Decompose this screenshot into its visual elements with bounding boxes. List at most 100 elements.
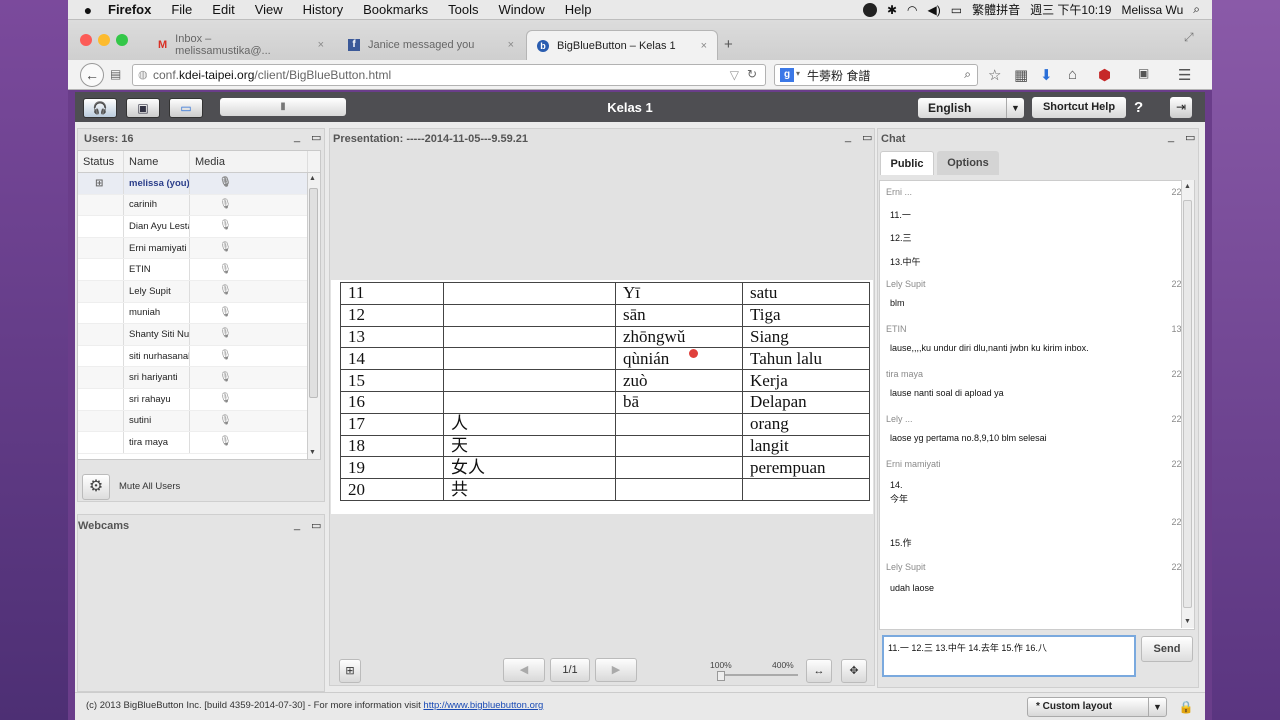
- tab-facebook[interactable]: f Janice messaged you ×: [338, 30, 524, 60]
- microphone-icon[interactable]: 🎙: [219, 328, 232, 340]
- menu-window[interactable]: Window: [499, 2, 545, 17]
- microphone-icon[interactable]: 🎙: [219, 177, 232, 189]
- settings-button[interactable]: ⚙: [82, 474, 110, 500]
- url-dropdown-icon[interactable]: ▽: [730, 68, 739, 82]
- chat-input[interactable]: 11.一 12.三 13.中午 14.去年 15.作 16.八: [882, 635, 1136, 677]
- user-row[interactable]: muniah 🎙: [78, 302, 320, 325]
- zoom-window-icon[interactable]: [116, 34, 128, 46]
- lock-layout-icon[interactable]: 🔒: [1176, 697, 1196, 717]
- maximize-panel-button[interactable]: ▭: [1185, 131, 1195, 144]
- identity-icon[interactable]: ▤: [110, 67, 121, 81]
- user-row[interactable]: sri rahayu 🎙: [78, 388, 320, 411]
- menu-tools[interactable]: Tools: [448, 2, 478, 17]
- minimize-panel-button[interactable]: _: [1168, 131, 1174, 143]
- mute-all-users-label[interactable]: Mute All Users: [119, 481, 180, 492]
- reload-icon[interactable]: ↻: [747, 67, 757, 81]
- user-row[interactable]: tira maya 🎙: [78, 432, 320, 454]
- menu-edit[interactable]: Edit: [212, 2, 234, 17]
- menu-bookmarks[interactable]: Bookmarks: [363, 2, 428, 17]
- user-row[interactable]: Shanty Siti Nur 🎙: [78, 324, 320, 346]
- zoom-slider[interactable]: [720, 674, 798, 676]
- menu-history[interactable]: History: [303, 2, 343, 17]
- next-slide-button[interactable]: ▶: [595, 658, 637, 682]
- downloads-icon[interactable]: ⬇: [1040, 66, 1053, 84]
- menu-icon[interactable]: ☰: [1178, 66, 1191, 84]
- tab-options[interactable]: Options: [937, 151, 999, 175]
- desktop-share-button[interactable]: ▭: [169, 98, 203, 118]
- search-input[interactable]: g ▾ 牛蒡粉 食譜 ⌕: [774, 64, 978, 86]
- upload-presentation-button[interactable]: ⊞: [339, 659, 361, 683]
- user-row[interactable]: carinih 🎙: [78, 194, 320, 217]
- maximize-panel-button[interactable]: ▭: [311, 519, 321, 532]
- user-row[interactable]: siti nurhasanah 🎙: [78, 345, 320, 368]
- user-row[interactable]: sri hariyanti 🎙: [78, 367, 320, 389]
- maximize-panel-button[interactable]: ▭: [862, 131, 872, 144]
- fullscreen-icon[interactable]: ⤢: [1184, 30, 1194, 45]
- bigbluebutton-link[interactable]: http://www.bigbluebutton.org: [423, 700, 543, 711]
- user-row[interactable]: sutini 🎙: [78, 410, 320, 433]
- bookmarks-list-icon[interactable]: ▦: [1014, 66, 1028, 84]
- tab-close-icon[interactable]: ×: [318, 39, 324, 51]
- menu-help[interactable]: Help: [565, 2, 592, 17]
- microphone-icon[interactable]: 🎙: [219, 436, 232, 448]
- wifi-icon[interactable]: ◠: [907, 3, 917, 17]
- language-select[interactable]: English ▼: [918, 98, 1024, 118]
- minimize-window-icon[interactable]: [98, 34, 110, 46]
- scroll-down-icon[interactable]: ▼: [309, 449, 316, 456]
- mic-level-bar[interactable]: ▮: [220, 98, 346, 116]
- search-icon[interactable]: ⌕: [964, 67, 971, 82]
- close-window-icon[interactable]: [80, 34, 92, 46]
- user-row[interactable]: Lely Supit 🎙: [78, 280, 320, 303]
- spotlight-search-icon[interactable]: ⌕: [1193, 2, 1200, 17]
- line-app-icon[interactable]: [862, 2, 877, 17]
- google-icon[interactable]: g: [780, 68, 794, 82]
- user-name[interactable]: Melissa Wu: [1121, 3, 1183, 17]
- maximize-panel-button[interactable]: ▭: [311, 131, 321, 144]
- microphone-icon[interactable]: 🎙: [219, 242, 232, 254]
- microphone-icon[interactable]: 🎙: [219, 220, 232, 232]
- shortcut-help-button[interactable]: Shortcut Help: [1032, 97, 1126, 118]
- microphone-icon[interactable]: 🎙: [219, 307, 232, 319]
- headset-button[interactable]: 🎧: [83, 98, 117, 118]
- bluetooth-icon[interactable]: ✱: [887, 3, 897, 17]
- logout-button[interactable]: ⇥: [1170, 97, 1192, 118]
- column-name[interactable]: Name: [124, 151, 190, 172]
- user-row[interactable]: ETIN 🎙: [78, 259, 320, 281]
- home-icon[interactable]: ⌂: [1068, 66, 1077, 83]
- menu-file[interactable]: File: [171, 2, 192, 17]
- battery-icon[interactable]: ▭: [951, 3, 962, 17]
- menu-view[interactable]: View: [255, 2, 283, 17]
- adblock-icon[interactable]: ⬢: [1098, 66, 1111, 84]
- user-row[interactable]: Dian Ayu Lesta 🎙: [78, 216, 320, 238]
- microphone-icon[interactable]: 🎙: [219, 285, 232, 297]
- input-method[interactable]: 繁體拼音: [972, 1, 1020, 18]
- column-media[interactable]: Media: [190, 151, 308, 172]
- microphone-icon[interactable]: 🎙: [219, 199, 232, 211]
- send-button[interactable]: Send: [1141, 636, 1193, 662]
- previous-slide-button[interactable]: ◀: [503, 658, 545, 682]
- layout-select[interactable]: * Custom layout ▼: [1027, 697, 1167, 717]
- clock[interactable]: 週三 下午10:19: [1030, 1, 1111, 18]
- microphone-icon[interactable]: 🎙: [219, 372, 232, 384]
- page-number[interactable]: 1/1: [550, 658, 590, 682]
- microphone-icon[interactable]: 🎙: [219, 393, 232, 405]
- volume-icon[interactable]: ◀): [928, 3, 941, 17]
- fit-page-button[interactable]: ✥: [841, 659, 867, 683]
- apple-icon[interactable]: ●: [68, 2, 108, 18]
- user-row[interactable]: Erni mamiyati 🎙: [78, 237, 320, 260]
- search-engine-dropdown-icon[interactable]: ▾: [796, 69, 800, 78]
- menu-app[interactable]: Firefox: [108, 2, 151, 17]
- tab-gmail[interactable]: M Inbox – melissamustika@... ×: [148, 30, 334, 60]
- minimize-panel-button[interactable]: _: [294, 131, 300, 143]
- column-status[interactable]: Status: [78, 151, 124, 172]
- new-tab-icon[interactable]: +: [724, 36, 733, 53]
- youtube-icon[interactable]: ▣: [1138, 66, 1149, 80]
- fit-width-button[interactable]: ↔: [806, 659, 832, 683]
- scroll-up-icon[interactable]: ▲: [1184, 183, 1191, 190]
- microphone-icon[interactable]: 🎙: [219, 264, 232, 276]
- url-bar[interactable]: ◍ conf. kdei-taipei.org/client/BigBlueBut…: [132, 64, 766, 86]
- back-button[interactable]: ←: [80, 63, 104, 87]
- minimize-panel-button[interactable]: _: [294, 519, 300, 531]
- users-scrollbar-thumb[interactable]: [309, 188, 318, 398]
- scroll-down-icon[interactable]: ▼: [1184, 618, 1191, 625]
